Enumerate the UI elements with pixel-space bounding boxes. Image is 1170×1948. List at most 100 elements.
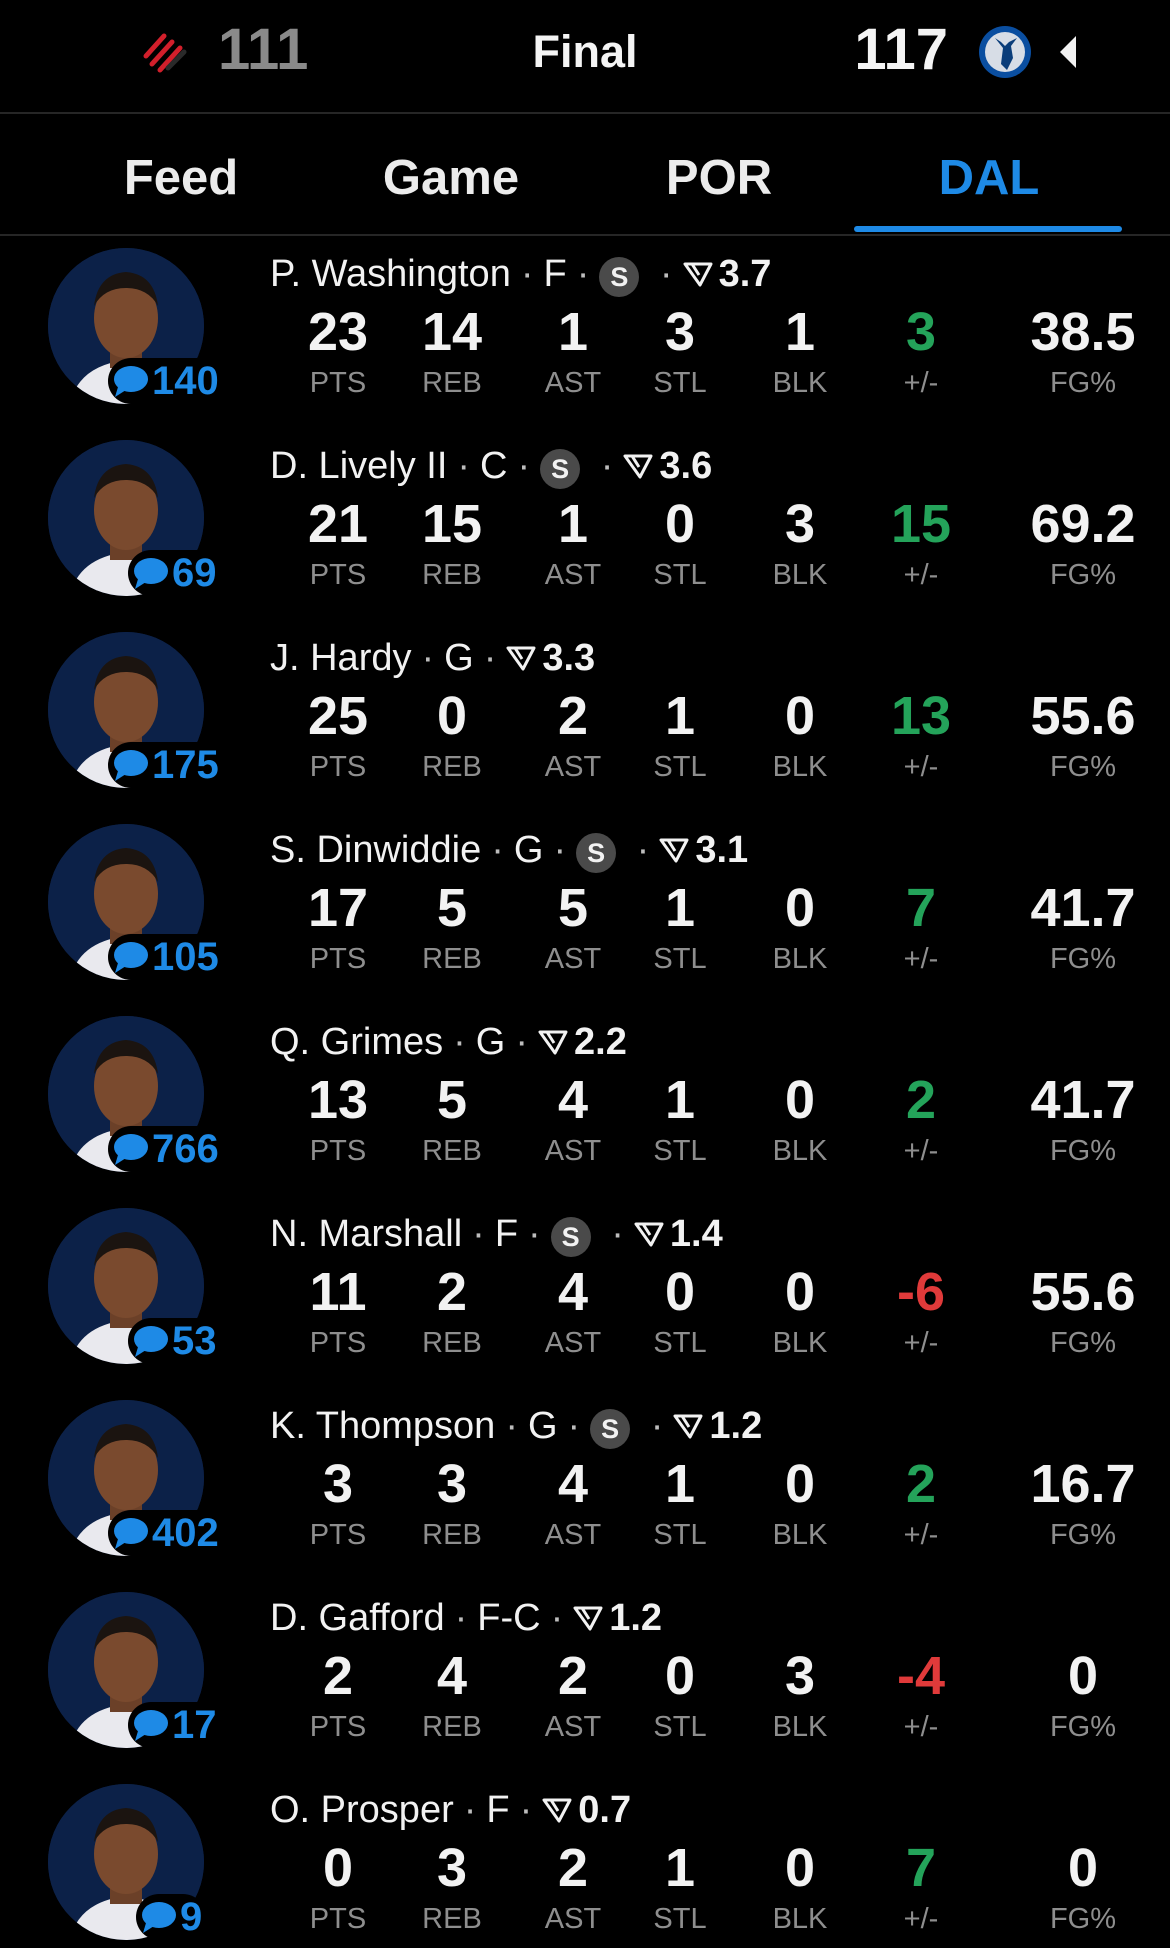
stat-label: REB xyxy=(422,1711,482,1743)
player-rating: 3.7 xyxy=(718,253,772,295)
stat-value: 7 xyxy=(905,878,937,938)
player-row-9[interactable]: 9 O. Prosper · F · 0.7 0 PTS 3 REB 2 AST 1 STL 0… xyxy=(0,1776,1170,1948)
separator-dot: · xyxy=(472,1213,485,1255)
tab-feed[interactable]: Feed xyxy=(46,148,316,208)
stat-plus-minus: -4 +/- xyxy=(851,1646,991,1744)
comment-badge[interactable]: 53 xyxy=(128,1318,221,1364)
player-rating: 0.7 xyxy=(578,1789,632,1831)
stat-blk: 0 BLK xyxy=(730,878,870,976)
stat-label: BLK xyxy=(772,1327,828,1359)
triangle-left-icon[interactable] xyxy=(1056,32,1080,72)
stat-value: 55.6 xyxy=(1030,1262,1136,1322)
stat-reb: 2 REB xyxy=(382,1262,522,1360)
player-position: G xyxy=(513,829,544,871)
separator-dot: · xyxy=(454,1597,468,1639)
separator-dot: · xyxy=(457,445,471,487)
player-row-2[interactable]: 69 D. Lively II · C · S · 3.6 21 PTS 15 REB… xyxy=(0,432,1170,624)
stat-fg-pct: 38.5 FG% xyxy=(1013,302,1153,400)
player-name: D. Lively II xyxy=(270,445,448,487)
stat-value: -6 xyxy=(896,1262,945,1322)
stat-label: BLK xyxy=(772,1519,828,1551)
stat-value: 0 xyxy=(784,1838,816,1898)
stat-value: 1 xyxy=(664,1838,696,1898)
player-position: F xyxy=(494,1213,519,1255)
stat-reb: 3 REB xyxy=(382,1838,522,1936)
player-row-8[interactable]: 17 D. Gafford · F-C · 1.2 2 PTS 4 REB 2 AST 0 S… xyxy=(0,1584,1170,1776)
tab-game[interactable]: Game xyxy=(316,148,586,208)
comment-badge[interactable]: 402 xyxy=(108,1510,223,1556)
player-name: O. Prosper xyxy=(270,1789,454,1831)
stat-label: STL xyxy=(653,1903,707,1935)
separator-dot: · xyxy=(567,1405,581,1447)
player-name-line[interactable]: O. Prosper · F · 0.7 xyxy=(270,1786,631,1834)
stat-blk: 1 BLK xyxy=(730,302,870,400)
stat-value: 0 xyxy=(436,686,468,746)
player-row-3[interactable]: 175 J. Hardy · G · 3.3 25 PTS 0 REB 2 AST 1 STL… xyxy=(0,624,1170,816)
player-row-1[interactable]: 140 P. Washington · F · S · 3.7 23 PTS 14 R… xyxy=(0,240,1170,432)
stat-value: 0 xyxy=(784,1454,816,1514)
player-name-line[interactable]: N. Marshall · F · S · 1.4 xyxy=(270,1210,723,1258)
separator-dot: · xyxy=(611,1213,624,1255)
player-name: N. Marshall xyxy=(270,1213,463,1255)
comment-badge[interactable]: 105 xyxy=(108,934,223,980)
comment-badge[interactable]: 17 xyxy=(128,1702,221,1748)
player-name-line[interactable]: S. Dinwiddie · G · S · 3.1 xyxy=(270,826,748,874)
stat-stl: 1 STL xyxy=(610,1454,750,1552)
starter-group: S · xyxy=(590,1402,673,1450)
comment-badge[interactable]: 9 xyxy=(136,1894,207,1940)
stat-label: STL xyxy=(653,1135,707,1167)
stat-value: 0 xyxy=(1067,1838,1099,1898)
tab-bar: Feed Game POR DAL xyxy=(0,114,1170,234)
starter-badge: S xyxy=(540,449,581,489)
player-position: F xyxy=(543,253,567,295)
player-name-line[interactable]: D. Lively II · C · S · 3.6 xyxy=(270,442,712,490)
separator-dot: · xyxy=(519,1789,533,1831)
rating-funnel-icon xyxy=(623,454,653,479)
tabs-divider xyxy=(0,234,1170,236)
tab-por[interactable]: POR xyxy=(584,148,854,208)
stat-value: 15 xyxy=(421,494,483,554)
comment-badge[interactable]: 69 xyxy=(128,550,221,596)
stat-reb: 0 REB xyxy=(382,686,522,784)
starter-badge: S xyxy=(550,1217,591,1257)
stat-value: 16.7 xyxy=(1030,1454,1136,1514)
separator-dot: · xyxy=(659,253,673,295)
player-name-line[interactable]: K. Thompson · G · S · 1.2 xyxy=(270,1402,762,1450)
comment-bubble-icon xyxy=(114,750,148,781)
stat-value: 7 xyxy=(905,1838,937,1898)
player-name-line[interactable]: Q. Grimes · G · 2.2 xyxy=(270,1018,627,1066)
separator-dot: · xyxy=(517,445,531,487)
player-name: Q. Grimes xyxy=(270,1021,444,1063)
stat-blk: 0 BLK xyxy=(730,1070,870,1168)
player-name-line[interactable]: J. Hardy · G · 3.3 xyxy=(270,634,595,682)
stat-label: +/- xyxy=(903,367,939,399)
stat-plus-minus: -6 +/- xyxy=(851,1262,991,1360)
player-name: D. Gafford xyxy=(270,1597,445,1639)
rating-funnel-icon xyxy=(542,1798,572,1823)
player-row-4[interactable]: 105 S. Dinwiddie · G · S · 3.1 17 PTS 5 REB… xyxy=(0,816,1170,1008)
separator-dot: · xyxy=(576,253,590,295)
rating-funnel-icon xyxy=(634,1222,664,1247)
player-rating: 1.2 xyxy=(609,1597,663,1639)
player-row-5[interactable]: 766 Q. Grimes · G · 2.2 13 PTS 5 REB 4 AST 1 ST… xyxy=(0,1008,1170,1200)
stat-reb: 5 REB xyxy=(382,878,522,976)
stat-reb: 5 REB xyxy=(382,1070,522,1168)
comment-badge[interactable]: 175 xyxy=(108,742,223,788)
comment-badge[interactable]: 766 xyxy=(108,1126,223,1172)
player-row-7[interactable]: 402 K. Thompson · G · S · 1.2 3 PTS 3 REB 4 A… xyxy=(0,1392,1170,1584)
stat-stl: 3 STL xyxy=(610,302,750,400)
stat-blk: 3 BLK xyxy=(730,1646,870,1744)
player-name-line[interactable]: P. Washington · F · S · 3.7 xyxy=(270,250,771,298)
player-row-6[interactable]: 53 N. Marshall · F · S · 1.4 11 PTS 2 REB 4 A… xyxy=(0,1200,1170,1392)
comment-count: 175 xyxy=(152,743,219,787)
tab-dal[interactable]: DAL xyxy=(854,148,1124,208)
comment-badge[interactable]: 140 xyxy=(108,358,223,404)
stat-label: FG% xyxy=(1049,559,1117,591)
stat-label: BLK xyxy=(772,559,828,591)
stat-value: 3 xyxy=(784,1646,816,1706)
stat-value: 55.6 xyxy=(1030,686,1136,746)
stat-fg-pct: 55.6 FG% xyxy=(1013,686,1153,784)
player-name-line[interactable]: D. Gafford · F-C · 1.2 xyxy=(270,1594,662,1642)
stat-value: 1 xyxy=(664,878,696,938)
separator-dot: · xyxy=(553,829,567,871)
